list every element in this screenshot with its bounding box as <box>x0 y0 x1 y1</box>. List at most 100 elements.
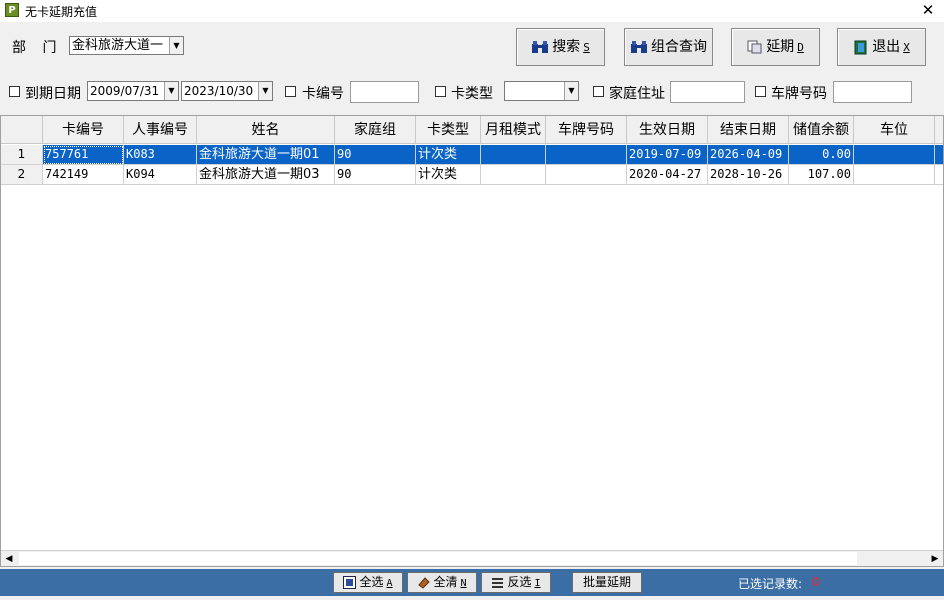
row-filler <box>935 145 943 165</box>
select-all-label: 全选 <box>359 575 384 589</box>
expire-date-to[interactable]: 2023/10/30 ▼ <box>181 81 273 101</box>
combo-query-label: 组合查询 <box>651 39 707 55</box>
dept-select[interactable]: 金科旅游大道一 ▼ <box>69 36 184 55</box>
rent-mode-cell[interactable] <box>481 145 546 165</box>
plate-no-checkbox[interactable] <box>755 86 766 97</box>
title-bar: P 无卡延期充值 ✕ <box>0 0 944 22</box>
app-icon: P <box>5 3 19 17</box>
clear-all-key: N <box>460 578 467 589</box>
card-type-select[interactable]: ▼ <box>504 81 579 101</box>
balance-cell[interactable]: 107.00 <box>789 165 854 185</box>
scroll-right-icon[interactable]: ▶ <box>927 551 943 566</box>
address-label: 家庭住址 <box>609 86 665 102</box>
top-panel: 部 门 金科旅游大道一 ▼ 搜索 S 组合查询 延期 D 退出 X 到期日期 2009… <box>0 23 944 115</box>
column-header[interactable]: 车位 <box>854 116 935 144</box>
column-header[interactable]: 家庭组 <box>335 116 416 144</box>
chevron-down-icon[interactable]: ▼ <box>169 37 183 54</box>
group-cell[interactable]: 90 <box>335 165 416 185</box>
plate-cell[interactable] <box>546 165 627 185</box>
clear-all-button[interactable]: 全清 N <box>407 572 477 593</box>
expire-date-from-value: 2009/07/31 <box>90 84 160 98</box>
emp-no-cell[interactable]: K083 <box>124 145 197 165</box>
table-row[interactable]: 1 757761 K083 金科旅游大道一期01 90 计次类 2019-07-… <box>1 145 943 165</box>
row-header-corner <box>1 116 43 144</box>
card-table[interactable]: 卡编号 人事编号 姓名 家庭组 卡类型 月租模式 车牌号码 生效日期 结束日期 … <box>0 115 944 567</box>
eraser-icon <box>418 577 431 589</box>
binoculars-icon <box>631 41 647 53</box>
address-input[interactable] <box>670 81 745 103</box>
chevron-down-icon[interactable]: ▼ <box>164 82 178 100</box>
name-cell[interactable]: 金科旅游大道一期03 <box>197 165 335 185</box>
clear-all-label: 全清 <box>433 575 458 589</box>
card-type-checkbox[interactable] <box>435 86 446 97</box>
window-title: 无卡延期充值 <box>25 5 98 19</box>
start-date-cell[interactable]: 2020-04-27 <box>627 165 708 185</box>
invert-select-button[interactable]: 反选 I <box>481 572 551 593</box>
combo-query-button[interactable]: 组合查询 <box>624 28 713 66</box>
card-no-cell[interactable]: 757761 <box>43 145 124 165</box>
invert-select-label: 反选 <box>507 575 532 589</box>
selected-count-value: 0 <box>812 575 820 589</box>
end-date-cell[interactable]: 2028-10-26 <box>708 165 789 185</box>
horizontal-scrollbar[interactable]: ◀ ▶ <box>1 550 943 566</box>
search-button-key: S <box>583 41 590 54</box>
exit-button-key: X <box>903 41 910 54</box>
table-header: 卡编号 人事编号 姓名 家庭组 卡类型 月租模式 车牌号码 生效日期 结束日期 … <box>1 116 943 144</box>
expire-date-checkbox[interactable] <box>9 86 20 97</box>
column-header[interactable]: 储值余额 <box>789 116 854 144</box>
column-header[interactable]: 生效日期 <box>627 116 708 144</box>
list-invert-icon <box>492 578 504 588</box>
column-header[interactable]: 车牌号码 <box>546 116 627 144</box>
card-type-label: 卡类型 <box>451 86 493 102</box>
extend-button-label: 延期 <box>766 39 795 55</box>
exit-door-icon <box>854 40 867 54</box>
column-header[interactable]: 结束日期 <box>708 116 789 144</box>
expire-date-from[interactable]: 2009/07/31 ▼ <box>87 81 179 101</box>
start-date-cell[interactable]: 2019-07-09 <box>627 145 708 165</box>
invert-select-key: I <box>534 578 541 589</box>
chevron-down-icon[interactable]: ▼ <box>258 82 272 100</box>
binoculars-icon <box>532 41 549 53</box>
row-number[interactable]: 2 <box>1 165 43 185</box>
extend-button[interactable]: 延期 D <box>731 28 820 66</box>
scroll-left-icon[interactable]: ◀ <box>1 551 17 566</box>
plate-cell[interactable] <box>546 145 627 165</box>
row-number[interactable]: 1 <box>1 145 43 165</box>
plate-no-input[interactable] <box>833 81 912 103</box>
rent-mode-cell[interactable] <box>481 165 546 185</box>
column-header-filler <box>935 116 943 144</box>
search-button[interactable]: 搜索 S <box>516 28 605 66</box>
space-cell[interactable] <box>854 165 935 185</box>
scrollbar-thumb[interactable] <box>19 552 857 565</box>
column-header[interactable]: 姓名 <box>197 116 335 144</box>
end-date-cell[interactable]: 2026-04-09 <box>708 145 789 165</box>
emp-no-cell[interactable]: K094 <box>124 165 197 185</box>
batch-extend-button[interactable]: 批量延期 <box>572 572 642 593</box>
card-type-cell[interactable]: 计次类 <box>416 145 481 165</box>
grid-select-icon <box>343 576 357 589</box>
select-all-button[interactable]: 全选 A <box>333 572 403 593</box>
card-no-cell[interactable]: 742149 <box>43 165 124 185</box>
card-no-input[interactable] <box>350 81 419 103</box>
name-cell[interactable]: 金科旅游大道一期01 <box>197 145 335 165</box>
row-filler <box>935 165 943 185</box>
column-header[interactable]: 人事编号 <box>124 116 197 144</box>
card-type-cell[interactable]: 计次类 <box>416 165 481 185</box>
address-checkbox[interactable] <box>593 86 604 97</box>
balance-cell[interactable]: 0.00 <box>789 145 854 165</box>
table-row[interactable]: 2 742149 K094 金科旅游大道一期03 90 计次类 2020-04-… <box>1 165 943 185</box>
close-button[interactable]: ✕ <box>918 0 938 20</box>
dept-label: 部 门 <box>12 40 63 56</box>
column-header[interactable]: 卡编号 <box>43 116 124 144</box>
group-cell[interactable]: 90 <box>335 145 416 165</box>
column-header[interactable]: 卡类型 <box>416 116 481 144</box>
space-cell[interactable] <box>854 145 935 165</box>
column-header[interactable]: 月租模式 <box>481 116 546 144</box>
select-all-key: A <box>386 578 393 589</box>
search-button-label: 搜索 <box>552 39 581 55</box>
chevron-down-icon[interactable]: ▼ <box>564 82 578 100</box>
exit-button[interactable]: 退出 X <box>837 28 926 66</box>
card-no-label: 卡编号 <box>302 86 344 102</box>
card-no-checkbox[interactable] <box>285 86 296 97</box>
filter-row: 到期日期 2009/07/31 ▼ 2023/10/30 ▼ 卡编号 卡类型 ▼… <box>0 80 944 106</box>
